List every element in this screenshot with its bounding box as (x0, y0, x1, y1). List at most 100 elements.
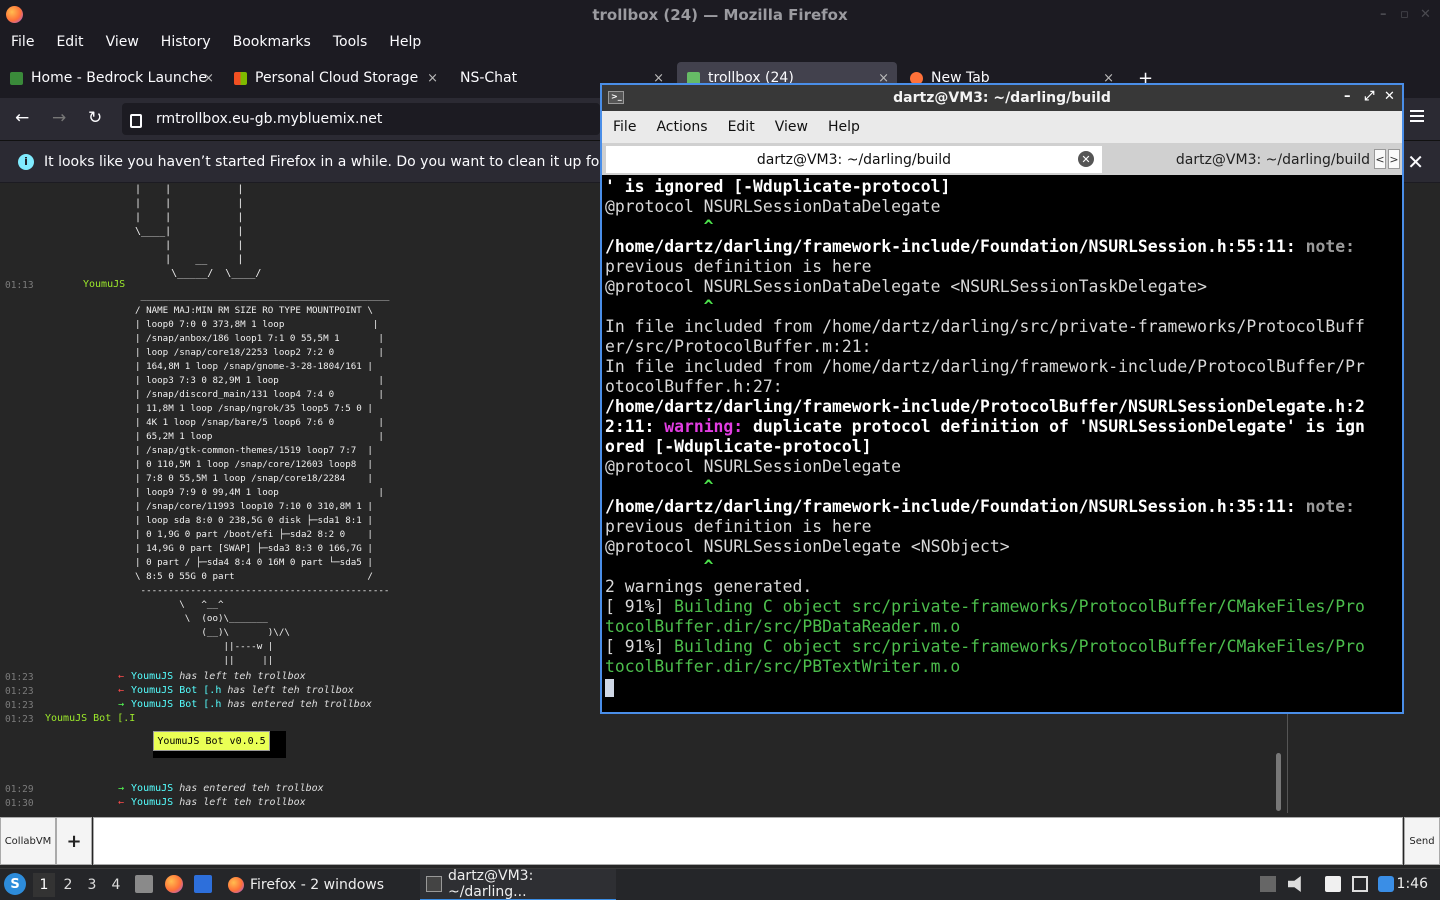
task-firefox[interactable]: Firefox - 2 windows (222, 869, 418, 900)
menu-help[interactable]: Help (828, 119, 860, 135)
clipboard-icon[interactable] (1325, 876, 1341, 892)
notification-icon[interactable] (1378, 876, 1394, 892)
collabvm-button[interactable]: CollabVM (0, 817, 56, 865)
lock-icon[interactable] (130, 114, 142, 128)
terminal-window: >_ dartz@VM3: ~/darling/build – ⤢ ✕ File… (600, 83, 1404, 714)
tab-scroll-left-icon[interactable]: < (1374, 149, 1386, 169)
menu-file[interactable]: File (11, 34, 34, 50)
event-text: has left teh trollbox (173, 671, 306, 682)
menu-tools[interactable]: Tools (333, 34, 368, 50)
app-menu-icon[interactable] (1410, 110, 1424, 122)
back-icon[interactable]: ← (15, 108, 29, 128)
terminal-tab-2[interactable]: dartz@VM3: ~/darling/build (1104, 146, 1374, 173)
menu-actions[interactable]: Actions (656, 119, 707, 135)
menu-bookmarks[interactable]: Bookmarks (233, 34, 311, 50)
event-line: ← YoumuJS has left teh trollbox (118, 797, 306, 808)
display-icon[interactable] (1352, 876, 1368, 892)
minimize-icon[interactable]: – (1380, 7, 1387, 22)
ascii-art-top: | | | | | | | | | \____| | | | | __ | \_… (135, 184, 262, 279)
volume-icon[interactable] (1288, 876, 1301, 892)
bot-message-card: YoumuJS Bot v0.0.5 (153, 731, 286, 758)
menu-view[interactable]: View (106, 34, 139, 50)
terminal-titlebar[interactable]: >_ dartz@VM3: ~/darling/build – ⤢ ✕ (602, 85, 1402, 111)
event-user[interactable]: YoumuJS Bot [.h (131, 699, 221, 710)
close-icon[interactable]: ✕ (1384, 89, 1395, 104)
username[interactable]: YoumuJS (83, 279, 125, 290)
ascii-cowsay-message: ________________________________________… (135, 291, 390, 666)
minimize-icon[interactable]: – (1344, 89, 1351, 104)
send-button[interactable]: Send (1404, 817, 1440, 865)
terminal-icon (426, 876, 442, 892)
event-line: → YoumuJS Bot [.h has entered teh trollbo… (118, 699, 372, 710)
close-icon[interactable]: ✕ (1420, 7, 1431, 22)
event-line: → YoumuJS has entered teh trollbox (118, 783, 324, 794)
output-line: otocolBuffer.h:27: (605, 377, 783, 396)
url-bar[interactable]: rmtrollbox.eu-gb.mybluemix.net (122, 103, 600, 135)
terminal-icon: >_ (608, 91, 624, 104)
output-line: Building C object src/private-frameworks… (674, 637, 1365, 656)
output-line: In file included from /home/dartz/darlin… (605, 357, 1365, 376)
firefox-launcher-icon[interactable] (165, 875, 183, 893)
terminal-output[interactable]: ' is ignored [-Wduplicate-protocol] @pro… (605, 177, 1401, 712)
workspace-3[interactable]: 3 (81, 873, 103, 897)
start-menu-button[interactable]: S (4, 873, 26, 895)
file-manager-icon[interactable] (135, 875, 153, 893)
event-text: has entered teh trollbox (173, 783, 324, 794)
event-text: has entered teh trollbox (221, 699, 372, 710)
maximize-icon[interactable]: ⤢ (1364, 89, 1374, 104)
tab-close-icon[interactable]: ✕ (1078, 151, 1094, 167)
chat-input-row: CollabVM + Send (0, 815, 1440, 867)
workspace-4[interactable]: 4 (105, 873, 127, 897)
menu-edit[interactable]: Edit (56, 34, 83, 50)
task-label: Firefox - 2 windows (250, 877, 385, 893)
timestamp: 01:23 (5, 714, 34, 725)
output-line: 2 warnings generated. (605, 577, 813, 596)
tab-close-icon[interactable]: × (427, 71, 438, 86)
event-user[interactable]: YoumuJS Bot [.h (131, 685, 221, 696)
menu-edit[interactable]: Edit (728, 119, 755, 135)
event-user[interactable]: YoumuJS (131, 783, 173, 794)
notification-close-icon[interactable]: ✕ (1407, 150, 1424, 174)
menu-history[interactable]: History (161, 34, 211, 50)
chat-message-input[interactable] (93, 817, 1403, 865)
bedrock-favicon-icon (10, 71, 23, 85)
desktop: trollbox (24) — Mozilla Firefox – ▫ ✕ Fi… (0, 0, 1440, 900)
event-user[interactable]: YoumuJS (131, 797, 173, 808)
output-line: ^ (605, 297, 714, 316)
terminal-title: dartz@VM3: ~/darling/build (893, 90, 1111, 106)
add-button[interactable]: + (56, 817, 92, 865)
event-user[interactable]: YoumuJS (131, 671, 173, 682)
tab-cloud-storage[interactable]: Personal Cloud Storage × (224, 62, 446, 94)
tab-close-icon[interactable]: × (203, 71, 214, 86)
leave-arrow-icon: ← (118, 671, 125, 682)
enter-arrow-icon: → (118, 699, 125, 710)
note-label: note: (1305, 497, 1355, 516)
terminal-tab-1[interactable]: dartz@VM3: ~/darling/build ✕ (606, 146, 1102, 173)
task-terminal[interactable]: dartz@VM3: ~/darling... (420, 868, 616, 900)
timestamp: 01:23 (5, 700, 34, 711)
desktop-icon[interactable] (194, 875, 212, 893)
timestamp: 01:30 (5, 798, 34, 809)
chat-scrollbar[interactable] (1276, 753, 1281, 811)
cloud-favicon-icon (234, 71, 247, 85)
username[interactable]: YoumuJS Bot [.I (45, 713, 135, 724)
menu-file[interactable]: File (613, 119, 636, 135)
tray-updates-icon[interactable] (1260, 876, 1276, 892)
warning-label: warning: (664, 417, 744, 436)
workspace-2[interactable]: 2 (57, 873, 79, 897)
tab-bedrock[interactable]: Home - Bedrock Launche × (0, 62, 222, 94)
reload-icon[interactable]: ↻ (88, 108, 102, 128)
output-line: 2:11: (605, 417, 665, 436)
workspace-1[interactable]: 1 (33, 873, 55, 897)
menu-view[interactable]: View (775, 119, 808, 135)
output-line: @protocol NSURLSessionDataDelegate <NSUR… (605, 277, 1207, 296)
tab-label: Home - Bedrock Launche (31, 70, 207, 86)
maximize-icon[interactable]: ▫ (1400, 7, 1409, 22)
event-line: ← YoumuJS Bot [.h has left teh trollbox (118, 685, 354, 696)
firefox-menubar: File Edit View History Bookmarks Tools H… (0, 30, 600, 54)
enter-arrow-icon: → (118, 783, 125, 794)
forward-icon[interactable]: → (52, 108, 66, 128)
chat-divider (1287, 713, 1288, 813)
menu-help[interactable]: Help (389, 34, 421, 50)
tab-scroll-right-icon[interactable]: > (1388, 149, 1400, 169)
